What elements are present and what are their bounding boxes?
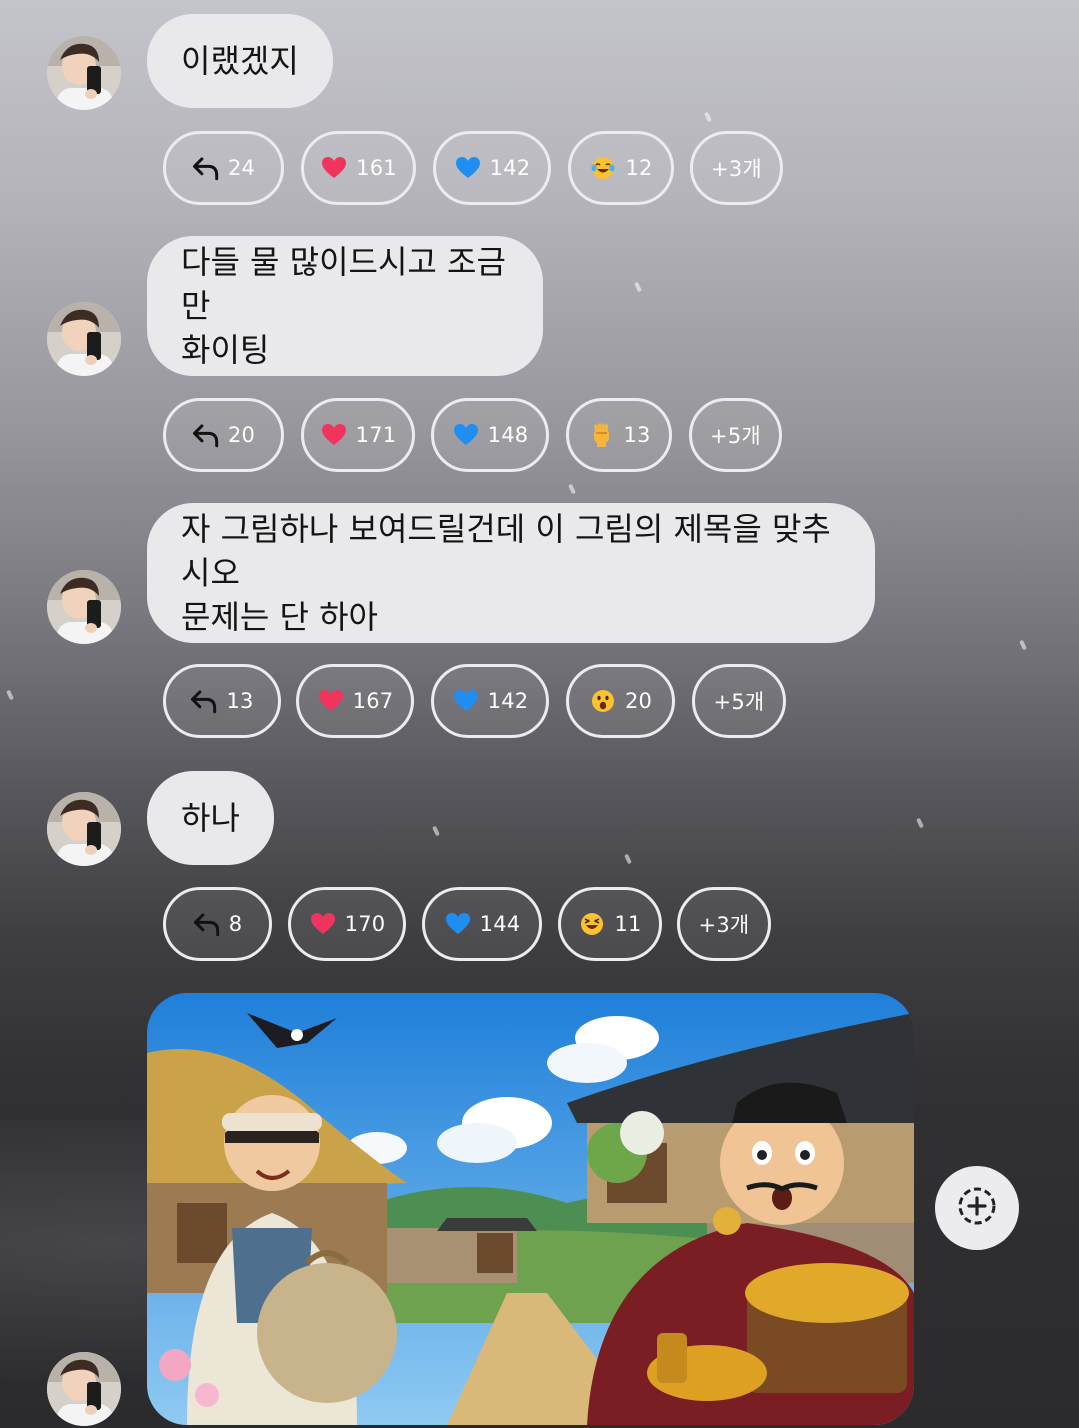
laughing-face-emoji-icon	[578, 910, 606, 938]
emoji-count: 13	[623, 423, 651, 447]
red-heart-emoji-icon	[320, 421, 348, 449]
blue-heart-reaction-chip[interactable]: 148	[431, 398, 549, 472]
reply-reaction-chip[interactable]: 24	[163, 131, 284, 205]
background-speck	[568, 483, 576, 495]
background-speck	[432, 825, 440, 837]
blue-heart-count: 142	[489, 156, 531, 180]
reply-arrow-icon	[192, 154, 220, 182]
more-reactions-label: +5개	[710, 424, 761, 448]
blue-heart-reaction-chip[interactable]: 142	[431, 664, 549, 738]
add-reaction-icon	[955, 1184, 999, 1232]
add-reaction-button[interactable]	[935, 1166, 1019, 1250]
message-bubble[interactable]: 다들 물 많이드시고 조금만 화이팅	[147, 236, 543, 376]
heart-count: 170	[344, 912, 386, 936]
message-bubble[interactable]: 하나	[147, 771, 274, 865]
message-text: 하나	[181, 799, 240, 837]
blue-heart-emoji-icon	[454, 154, 482, 182]
message-text: 이랬겠지	[181, 42, 299, 80]
reply-reaction-chip[interactable]: 20	[163, 398, 284, 472]
emoji-reaction-chip[interactable]: 12	[568, 131, 674, 205]
background-speck	[704, 111, 712, 123]
blue-heart-reaction-chip[interactable]: 142	[433, 131, 551, 205]
sender-avatar[interactable]	[47, 1352, 121, 1426]
raised-fist-emoji-icon	[587, 421, 615, 449]
reply-count: 20	[227, 423, 256, 447]
more-reactions-label: +5개	[713, 690, 765, 714]
message-text: 다들 물 많이드시고 조금만 화이팅	[181, 243, 506, 369]
heart-reaction-chip[interactable]: 171	[301, 398, 415, 472]
image-message[interactable]	[147, 993, 914, 1425]
more-reactions-chip[interactable]: +5개	[689, 398, 782, 472]
heart-count: 171	[355, 423, 397, 447]
background-speck	[624, 853, 632, 865]
heart-reaction-chip[interactable]: 161	[301, 131, 416, 205]
blue-heart-count: 142	[487, 689, 529, 713]
reply-count: 13	[226, 689, 254, 713]
surprised-face-emoji-icon	[589, 687, 617, 715]
more-reactions-chip[interactable]: +3개	[677, 887, 771, 961]
background-speck	[6, 689, 14, 701]
heart-reaction-chip[interactable]: 167	[296, 664, 414, 738]
blue-heart-emoji-icon	[444, 910, 472, 938]
reply-count: 8	[228, 912, 243, 936]
blue-heart-reaction-chip[interactable]: 144	[422, 887, 542, 961]
illustration-image	[147, 993, 914, 1425]
emoji-count: 12	[625, 156, 653, 180]
reply-arrow-icon	[192, 421, 220, 449]
heart-count: 161	[356, 156, 397, 180]
reply-reaction-chip[interactable]: 8	[163, 887, 272, 961]
sender-avatar[interactable]	[47, 36, 121, 110]
background-speck	[634, 281, 642, 293]
emoji-count: 20	[624, 689, 653, 713]
emoji-reaction-chip[interactable]: 20	[566, 664, 675, 738]
emoji-count: 11	[614, 912, 642, 936]
heart-reaction-chip[interactable]: 170	[288, 887, 406, 961]
reply-count: 24	[227, 156, 256, 180]
blue-heart-count: 148	[487, 423, 529, 447]
blue-heart-emoji-icon	[452, 421, 480, 449]
emoji-reaction-chip[interactable]: 11	[558, 887, 662, 961]
sender-avatar[interactable]	[47, 792, 121, 866]
red-heart-emoji-icon	[320, 154, 348, 182]
emoji-reaction-chip[interactable]: 13	[566, 398, 672, 472]
more-reactions-chip[interactable]: +5개	[692, 664, 786, 738]
red-heart-emoji-icon	[317, 687, 345, 715]
more-reactions-chip[interactable]: +3개	[690, 131, 783, 205]
more-reactions-label: +3개	[711, 157, 762, 181]
background-speck	[1019, 639, 1027, 651]
tears-of-joy-emoji-icon	[589, 154, 617, 182]
reply-arrow-icon	[190, 687, 218, 715]
sender-avatar[interactable]	[47, 570, 121, 644]
blue-heart-emoji-icon	[452, 687, 480, 715]
red-heart-emoji-icon	[309, 910, 337, 938]
more-reactions-label: +3개	[698, 913, 750, 937]
background-speck	[916, 817, 924, 829]
sender-avatar[interactable]	[47, 302, 121, 376]
blue-heart-count: 144	[479, 912, 521, 936]
message-bubble[interactable]: 자 그림하나 보여드릴건데 이 그림의 제목을 맞추시오 문제는 단 하아	[147, 503, 875, 643]
message-text: 자 그림하나 보여드릴건데 이 그림의 제목을 맞추시오 문제는 단 하아	[181, 510, 831, 636]
message-bubble[interactable]: 이랬겠지	[147, 14, 333, 108]
reply-reaction-chip[interactable]: 13	[163, 664, 281, 738]
heart-count: 167	[352, 689, 394, 713]
reply-arrow-icon	[193, 910, 221, 938]
